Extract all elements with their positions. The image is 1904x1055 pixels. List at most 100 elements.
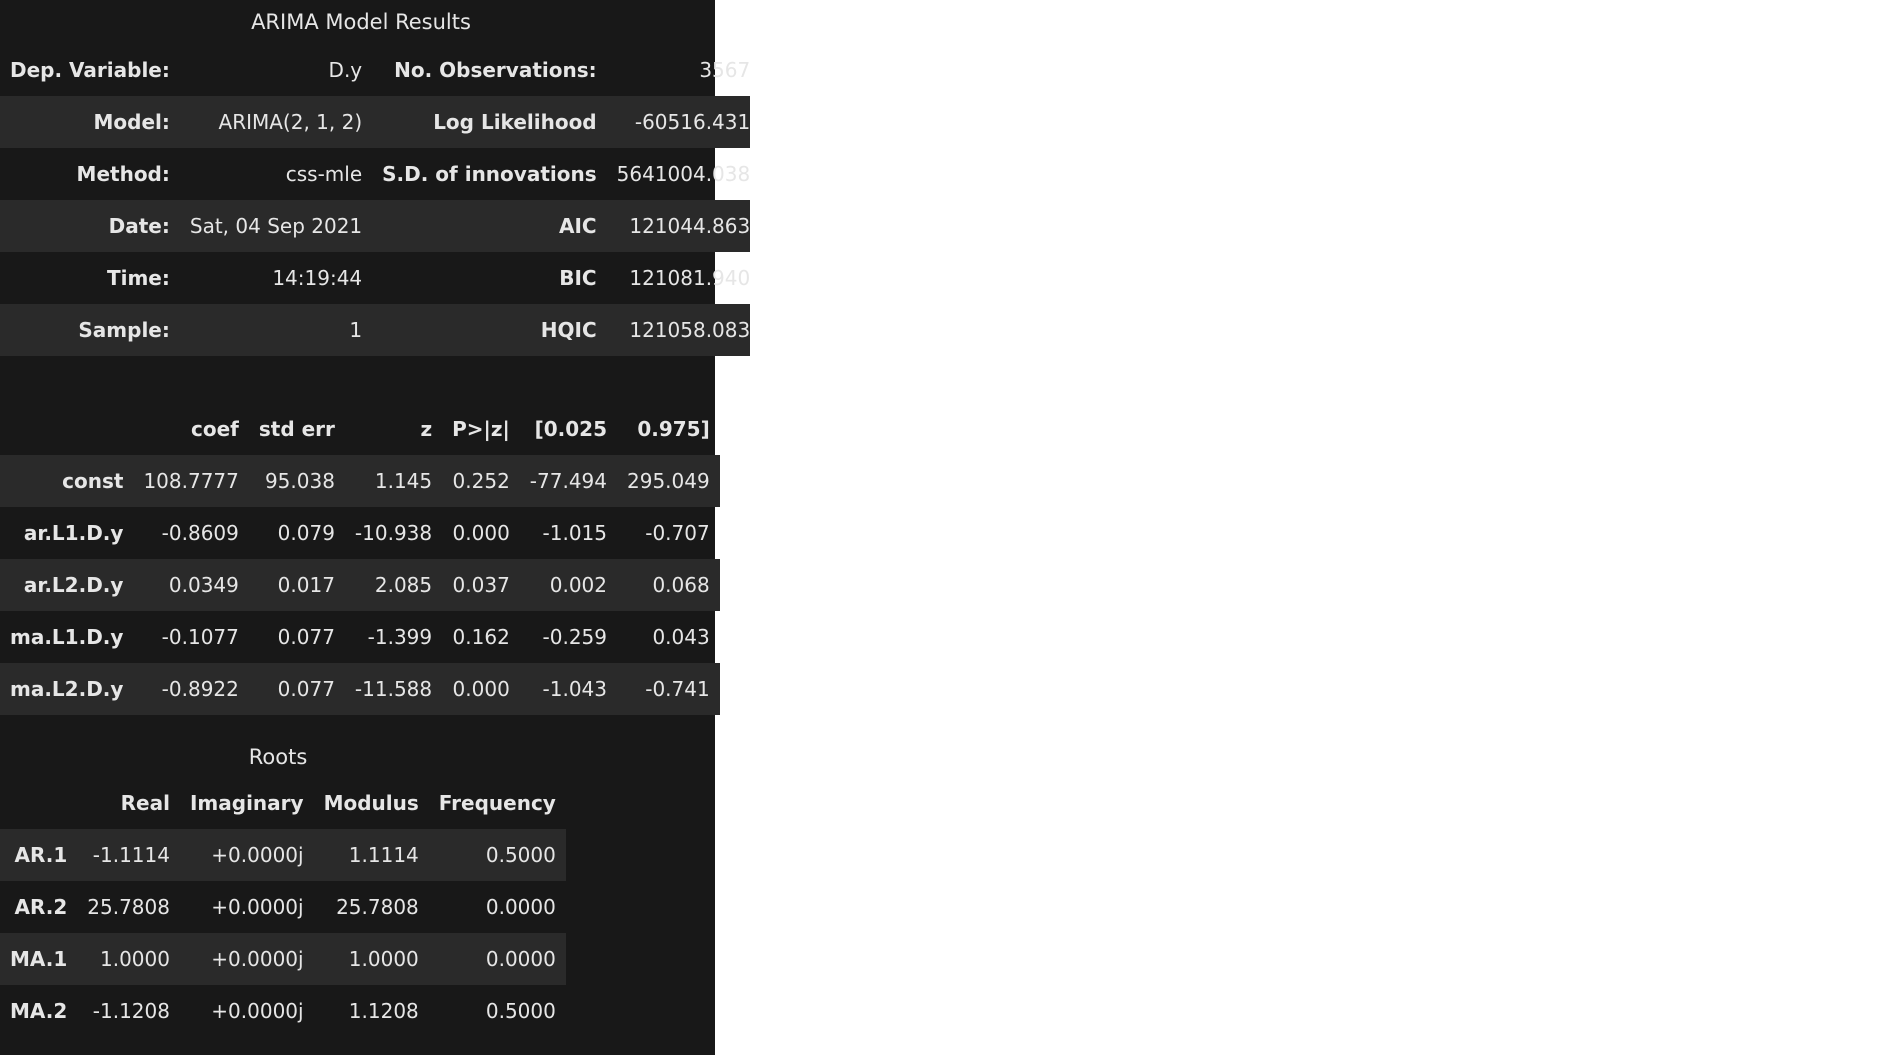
row-label: Log Likelihood [433, 110, 597, 134]
table-row: ma.L2.D.y -0.8922 0.077 -11.588 0.000 -1… [0, 663, 720, 715]
table-cell: 1.0000 [348, 947, 419, 971]
table-row: Date: Sat, 04 Sep 2021 AIC 121044.863 [0, 200, 751, 252]
row-value: 3567 [699, 58, 751, 82]
table-row: MA.1 1.0000 +0.0000j 1.0000 0.0000 [0, 933, 566, 985]
table-cell: +0.0000j [211, 947, 304, 971]
table-row: ar.L2.D.y 0.0349 0.017 2.085 0.037 0.002… [0, 559, 720, 611]
row-label: No. Observations: [394, 58, 597, 82]
header-cell: coef [191, 417, 239, 441]
table-cell: 0.162 [452, 625, 510, 649]
table-row: MA.2 -1.1208 +0.0000j 1.1208 0.5000 [0, 985, 566, 1037]
table-row: ar.L1.D.y -0.8609 0.079 -10.938 0.000 -1… [0, 507, 720, 559]
table-cell: -0.259 [542, 625, 607, 649]
row-label: ar.L1.D.y [23, 521, 124, 545]
row-label: AIC [559, 214, 597, 238]
table-cell: 0.5000 [485, 843, 556, 867]
row-label: Method: [76, 162, 170, 186]
header-cell: Imaginary [189, 791, 304, 815]
table-cell: -0.707 [645, 521, 710, 545]
header-cell: 0.975] [637, 417, 710, 441]
table-row: ma.L1.D.y -0.1077 0.077 -1.399 0.162 -0.… [0, 611, 720, 663]
table-row: Time: 14:19:44 BIC 121081.940 [0, 252, 750, 304]
table-cell: 0.000 [452, 521, 510, 545]
table-cell: -10.938 [354, 521, 433, 545]
table-cell: 2.085 [374, 573, 433, 597]
table-cell: 0.252 [452, 469, 510, 493]
table-cell: -0.8922 [161, 677, 239, 701]
table-cell: 1.1208 [348, 999, 419, 1023]
table-cell: 1.0000 [100, 947, 170, 971]
row-label: AR.2 [14, 895, 68, 919]
header-cell: Modulus [323, 791, 419, 815]
row-label: Date: [108, 214, 170, 238]
table-cell: 25.7808 [87, 895, 170, 919]
table-cell: -0.8609 [161, 521, 239, 545]
table-header-row: coef std err z P>|z| [0.025 0.975] [0, 403, 720, 455]
summary-table: Dep. Variable: D.y No. Observations: 356… [0, 44, 751, 356]
table-cell: 0.000 [452, 677, 510, 701]
roots-title: Roots [248, 745, 308, 769]
row-label: ma.L1.D.y [10, 625, 124, 649]
table-cell: 0.5000 [485, 999, 556, 1023]
table-cell: 0.068 [652, 573, 710, 597]
table-row: Sample: 1 HQIC 121058.083 [0, 304, 751, 356]
table-cell: -1.1208 [92, 999, 170, 1023]
summary-title: ARIMA Model Results [251, 10, 471, 34]
header-cell: Real [120, 791, 170, 815]
table-cell: 0.077 [277, 677, 335, 701]
table-cell: -11.588 [354, 677, 433, 701]
row-label: Dep. Variable: [10, 58, 170, 82]
table-cell: 0.0000 [485, 947, 556, 971]
table-cell: 0.077 [277, 625, 335, 649]
notebook-output-panel: ARIMA Model Results Dep. Variable: D.y N… [0, 0, 751, 1055]
row-value: 1 [349, 318, 363, 342]
row-value: ARIMA(2, 1, 2) [218, 110, 363, 134]
row-value: D.y [328, 58, 363, 82]
row-value: 5641004.038 [616, 162, 751, 186]
table-cell: -1.1114 [92, 843, 170, 867]
row-value: 121081.940 [629, 266, 751, 290]
header-cell: Frequency [438, 791, 556, 815]
table-cell: 0.043 [652, 625, 710, 649]
table-row: Dep. Variable: D.y No. Observations: 356… [0, 44, 750, 96]
table-cell: 0.002 [549, 573, 607, 597]
header-cell: std err [258, 417, 335, 441]
table-cell: 0.079 [277, 521, 335, 545]
row-value: -60516.431 [634, 110, 751, 134]
table-cell: +0.0000j [211, 999, 304, 1023]
row-label: Time: [106, 266, 170, 290]
table-row: Method: css-mle S.D. of innovations 5641… [0, 148, 751, 200]
row-label: S.D. of innovations [382, 162, 597, 186]
table-cell: 108.7777 [143, 469, 239, 493]
row-label: ma.L2.D.y [10, 677, 124, 701]
table-row: const 108.7777 95.038 1.145 0.252 -77.49… [0, 455, 720, 507]
table-cell: 0.0349 [168, 573, 239, 597]
header-cell-empty [0, 777, 77, 829]
table-cell: -1.015 [542, 521, 607, 545]
header-cell: z [420, 417, 433, 441]
table-header-row: Real Imaginary Modulus Frequency [0, 777, 566, 829]
header-cell: P>|z| [452, 417, 510, 441]
table-cell: 25.7808 [336, 895, 419, 919]
table-row: AR.2 25.7808 +0.0000j 25.7808 0.0000 [0, 881, 566, 933]
row-value: 14:19:44 [272, 266, 363, 290]
header-cell-empty [0, 403, 133, 455]
table-cell: +0.0000j [211, 843, 304, 867]
row-label: BIC [559, 266, 597, 290]
row-value: 121044.863 [629, 214, 751, 238]
table-cell: +0.0000j [211, 895, 304, 919]
table-cell: 0.037 [452, 573, 510, 597]
table-cell: 0.0000 [485, 895, 556, 919]
header-cell: [0.025 [534, 417, 607, 441]
table-cell: -0.741 [645, 677, 710, 701]
table-cell: 0.017 [277, 573, 335, 597]
table-cell: 95.038 [264, 469, 335, 493]
table-cell: 1.145 [374, 469, 433, 493]
row-label: Model: [93, 110, 170, 134]
row-label: Sample: [78, 318, 170, 342]
table-cell: -77.494 [529, 469, 607, 493]
row-value: css-mle [285, 162, 363, 186]
table-row: AR.1 -1.1114 +0.0000j 1.1114 0.5000 [0, 829, 566, 881]
coefficient-table: coef std err z P>|z| [0.025 0.975] const… [0, 403, 720, 715]
row-label: ar.L2.D.y [23, 573, 124, 597]
